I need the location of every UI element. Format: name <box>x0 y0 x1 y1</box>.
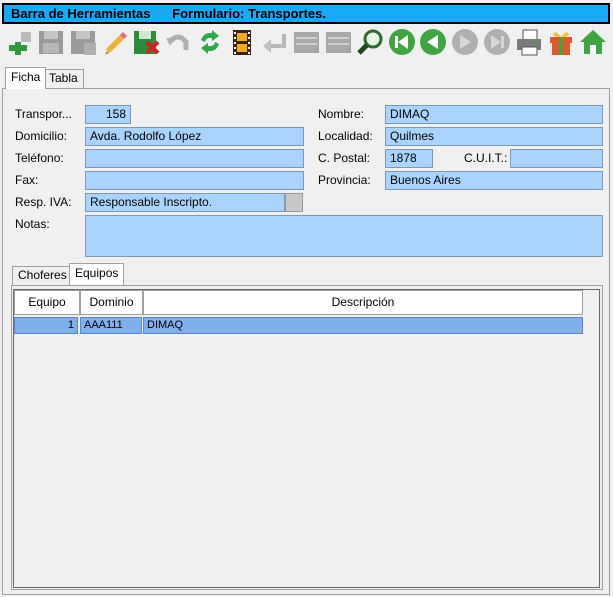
respiva-select[interactable]: Responsable Inscripto. <box>85 193 285 212</box>
home-button[interactable] <box>578 27 608 57</box>
provincia-label: Provincia: <box>318 173 371 187</box>
undo-disabled-icon <box>166 34 189 50</box>
column-header-equipo[interactable]: Equipo <box>14 290 80 315</box>
domicilio-label: Domicilio: <box>15 129 68 143</box>
search-icon <box>356 29 383 55</box>
cpostal-label: C. Postal: <box>318 151 371 165</box>
refresh-button[interactable] <box>195 27 225 57</box>
cpostal-field[interactable]: 1878 <box>385 149 433 168</box>
telefono-field[interactable] <box>85 149 304 168</box>
fax-field[interactable] <box>85 171 304 190</box>
gift-button[interactable] <box>546 27 576 57</box>
refresh-icon <box>201 30 220 54</box>
film-button[interactable] <box>227 27 257 57</box>
next-record-disabled-icon <box>452 29 479 55</box>
fax-label: Fax: <box>15 173 39 187</box>
save-as-button[interactable] <box>68 27 98 57</box>
cuit-field[interactable] <box>510 149 603 168</box>
transporte-label: Transpor... <box>15 107 72 121</box>
last-record-button[interactable] <box>482 27 512 57</box>
cell-dominio[interactable]: AAA111 <box>80 317 142 334</box>
previous-record-icon <box>420 29 447 55</box>
delete-save-icon <box>134 31 160 55</box>
cell-equipo[interactable]: 1 <box>14 317 78 334</box>
respiva-dropdown-button[interactable] <box>285 193 303 212</box>
title-bar: Barra de Herramientas Formulario: Transp… <box>2 3 610 24</box>
cell-descripcion[interactable]: DIMAQ <box>143 317 583 334</box>
next-record-button[interactable] <box>450 27 480 57</box>
save-button[interactable] <box>36 27 66 57</box>
tab-choferes[interactable]: Choferes <box>12 266 73 285</box>
cuit-label: C.U.I.T.: <box>464 151 508 165</box>
undo-button[interactable] <box>163 27 193 57</box>
gift-icon <box>549 32 572 55</box>
first-record-icon <box>388 29 415 55</box>
add-icon <box>8 32 31 55</box>
toolbar <box>2 25 610 59</box>
tab-tabla[interactable]: Tabla <box>43 69 84 88</box>
first-record-button[interactable] <box>387 27 417 57</box>
transporte-field[interactable]: 158 <box>85 105 131 124</box>
nombre-field[interactable]: DIMAQ <box>385 105 603 124</box>
enter-button[interactable] <box>259 27 289 57</box>
delete-button[interactable] <box>132 27 162 57</box>
save-as-disabled-icon <box>70 31 96 55</box>
title-right: Formulario: Transportes. <box>172 6 327 21</box>
edit-button[interactable] <box>100 27 130 57</box>
save-disabled-icon <box>38 31 63 54</box>
tab-equipos[interactable]: Equipos <box>69 263 125 285</box>
nombre-label: Nombre: <box>318 107 365 121</box>
notas-field[interactable] <box>85 215 603 257</box>
print-button[interactable] <box>514 27 544 57</box>
list2-button[interactable] <box>323 27 353 57</box>
column-header-descripcion[interactable]: Descripción <box>143 290 583 315</box>
film-icon <box>233 30 252 55</box>
last-record-disabled-icon <box>484 29 511 55</box>
provincia-field[interactable]: Buenos Aires <box>385 171 603 190</box>
localidad-label: Localidad: <box>318 129 373 143</box>
tab-ficha[interactable]: Ficha <box>5 67 47 89</box>
domicilio-field[interactable]: Avda. Rodolfo López <box>85 127 304 146</box>
list2-disabled-icon <box>325 32 351 53</box>
title-left: Barra de Herramientas <box>11 6 151 21</box>
list-disabled-icon <box>293 32 319 53</box>
notas-label: Notas: <box>15 217 50 231</box>
search-button[interactable] <box>355 27 385 57</box>
localidad-field[interactable]: Quilmes <box>385 127 603 146</box>
add-button[interactable] <box>4 27 34 57</box>
previous-record-button[interactable] <box>419 27 449 57</box>
home-icon <box>579 30 606 54</box>
edit-pencil-icon <box>104 32 127 54</box>
enter-arrow-disabled-icon <box>262 34 286 53</box>
printer-icon <box>517 29 542 56</box>
list-button[interactable] <box>291 27 321 57</box>
column-header-dominio[interactable]: Dominio <box>80 290 143 315</box>
respiva-label: Resp. IVA: <box>15 195 72 209</box>
telefono-label: Teléfono: <box>15 151 64 165</box>
